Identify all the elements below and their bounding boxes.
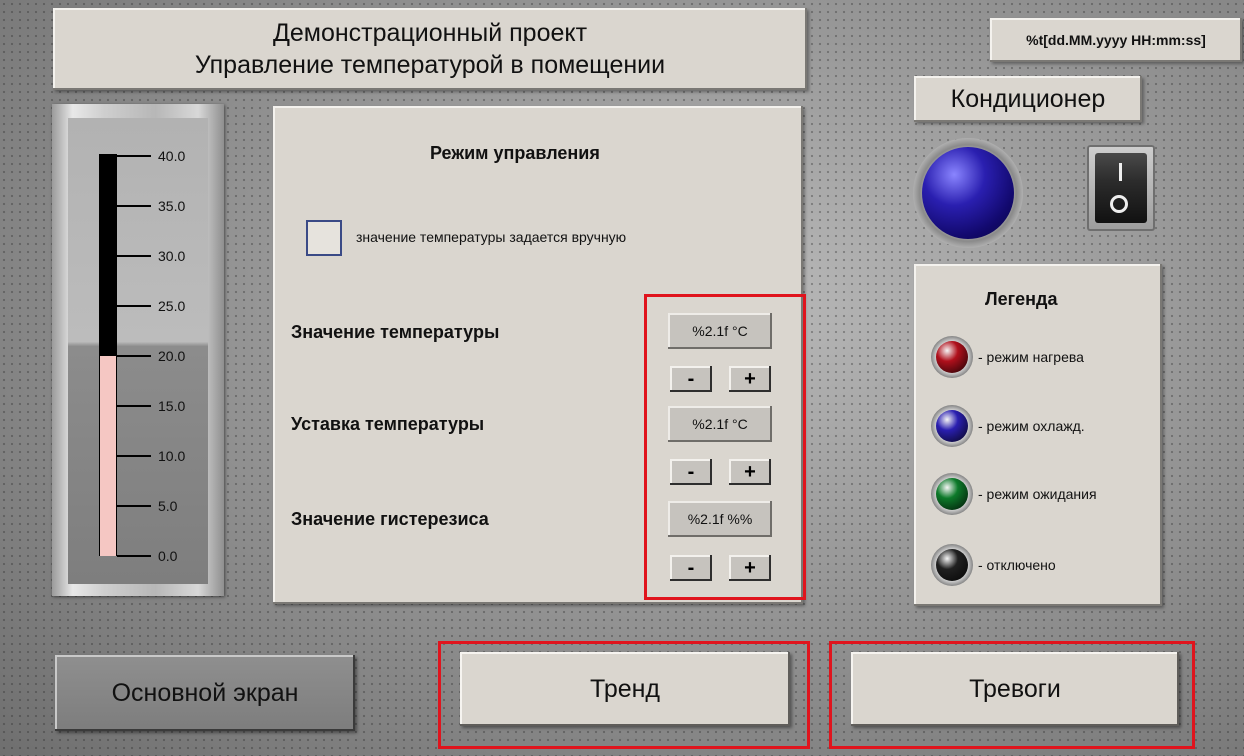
switch-rocker <box>1095 153 1147 223</box>
scale-tick <box>117 505 151 507</box>
scale-label: 40.0 <box>158 148 186 164</box>
datetime-display: %t[dd.MM.yyyy HH:mm:ss] <box>990 18 1242 62</box>
legend-standby-text: - режим ожидания <box>978 486 1097 502</box>
legend-title: Легенда <box>985 289 1058 309</box>
title-line-1: Демонстрационный проект <box>272 19 588 47</box>
temperature-setpoint-label: Уставка температуры <box>291 414 485 434</box>
conditioner-status-lamp <box>913 138 1023 248</box>
title-panel: Демонстрационный проект Управление темпе… <box>53 8 807 90</box>
title-line-2: Управление температурой в помещении <box>194 51 666 79</box>
scale-label: 30.0 <box>158 248 186 264</box>
conditioner-title: Кондиционер <box>914 76 1142 122</box>
led-glass <box>936 549 968 581</box>
scale-label: 0.0 <box>158 548 178 564</box>
led-glass <box>936 341 968 373</box>
hysteresis-value-label: Значение гистерезиса <box>291 509 489 529</box>
scale-label: 20.0 <box>158 348 186 364</box>
cooling-led-icon <box>931 405 973 447</box>
temperature-setpoint-plus-button[interactable]: + <box>729 459 771 485</box>
scale-label: 10.0 <box>158 448 186 464</box>
scale-tick <box>117 305 151 307</box>
conditioner-power-switch[interactable] <box>1087 145 1155 231</box>
temperature-value-plus-button[interactable]: + <box>729 366 771 392</box>
thermometer-level <box>100 356 116 556</box>
heating-led-icon <box>931 336 973 378</box>
alarms-button[interactable]: Тревоги <box>851 652 1179 726</box>
off-led-icon <box>931 544 973 586</box>
manual-mode-label: значение температуры задается вручную <box>356 229 627 245</box>
main-screen-button[interactable]: Основной экран <box>55 655 355 731</box>
scale-tick <box>117 455 151 457</box>
scale-tick <box>117 155 151 157</box>
led-glass <box>936 478 968 510</box>
scale-label: 5.0 <box>158 498 178 514</box>
scale-tick <box>117 255 151 257</box>
scale-tick <box>117 555 151 557</box>
legend-cooling-text: - режим охлажд. <box>978 418 1085 434</box>
trend-button[interactable]: Тренд <box>460 652 790 726</box>
hysteresis-value-field[interactable]: %2.1f %% <box>668 501 772 537</box>
scale-tick <box>117 205 151 207</box>
hysteresis-minus-button[interactable]: - <box>670 555 712 581</box>
scale-tick <box>117 405 151 407</box>
legend-off-text: - отключено <box>978 557 1056 573</box>
lamp-glass <box>922 147 1014 239</box>
power-off-icon <box>1110 195 1128 213</box>
temperature-setpoint-field[interactable]: %2.1f °C <box>668 406 772 442</box>
scale-label: 35.0 <box>158 198 186 214</box>
scale-label: 25.0 <box>158 298 186 314</box>
temperature-value-field[interactable]: %2.1f °C <box>668 313 772 349</box>
scale-tick <box>117 355 151 357</box>
power-on-icon <box>1119 163 1122 181</box>
temperature-setpoint-minus-button[interactable]: - <box>670 459 712 485</box>
legend-heating-text: - режим нагрева <box>978 349 1084 365</box>
scale-label: 15.0 <box>158 398 186 414</box>
temperature-value-label: Значение температуры <box>291 322 500 342</box>
control-mode-title: Режим управления <box>430 143 600 163</box>
led-glass <box>936 410 968 442</box>
temperature-value-minus-button[interactable]: - <box>670 366 712 392</box>
hysteresis-plus-button[interactable]: + <box>729 555 771 581</box>
manual-mode-checkbox[interactable] <box>306 220 342 256</box>
standby-led-icon <box>931 473 973 515</box>
